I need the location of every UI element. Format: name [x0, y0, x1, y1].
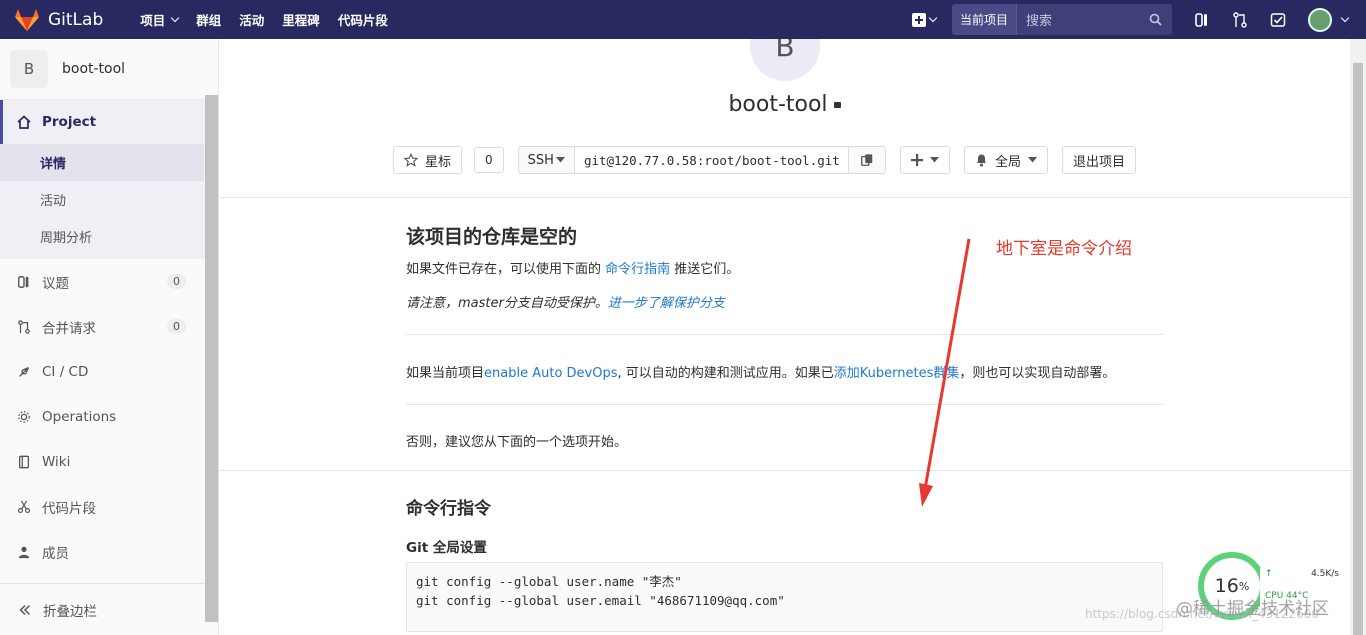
chevron-down-icon [928, 13, 938, 22]
nav-activity[interactable]: 活动 [230, 10, 273, 29]
home-icon [16, 114, 32, 130]
sidebar-sub-details[interactable]: 详情 [0, 144, 204, 181]
search-input[interactable]: 搜索 [1017, 10, 1172, 29]
project-avatar: B [10, 50, 48, 88]
merge-requests-count-badge: 0 [167, 319, 186, 334]
sidebar-item-ci-cd[interactable]: CI / CD [0, 349, 204, 394]
watermark-text: @稀土掘金技术社区 [1176, 599, 1329, 619]
page-scrollbar[interactable] [1350, 39, 1366, 635]
issues-icon[interactable] [1194, 12, 1210, 28]
brand-name: GitLab [48, 9, 104, 30]
nav-milestones[interactable]: 里程碑 [273, 10, 329, 29]
scrollbar-thumb[interactable] [1353, 63, 1363, 635]
main-content: B boot-tool 星标 0 SSH git@120.77.0.58:roo… [219, 39, 1350, 635]
sidebar-item-snippets[interactable]: 代码片段 [0, 484, 204, 529]
main-nav: 项目 群组 活动 里程碑 代码片段 [131, 10, 397, 29]
sidebar-item-operations[interactable]: Operations [0, 394, 204, 439]
book-icon [16, 454, 32, 470]
sidebar-scrollbar[interactable] [205, 95, 218, 622]
sidebar-project-header[interactable]: B boot-tool [0, 39, 218, 100]
collapse-sidebar-button[interactable]: 折叠边栏 [0, 583, 205, 635]
user-menu[interactable] [1308, 7, 1350, 32]
issues-icon [16, 274, 32, 290]
chevron-down-icon [1340, 13, 1350, 22]
sidebar-item-project[interactable]: Project [0, 100, 204, 144]
project-sidebar: B boot-tool Project 详情 活动 周期分析 议题 0 合并请求… [0, 39, 219, 635]
sidebar-item-wiki[interactable]: Wiki [0, 439, 204, 484]
nav-projects[interactable]: 项目 [131, 10, 187, 29]
sidebar-project-name: boot-tool [62, 61, 126, 77]
avatar [1308, 7, 1332, 32]
chevron-down-icon [171, 13, 180, 22]
merge-request-icon [16, 319, 32, 335]
sidebar-item-members[interactable]: 成员 [0, 529, 204, 574]
gitlab-home-link[interactable]: GitLab [14, 8, 103, 32]
nav-snippets[interactable]: 代码片段 [329, 10, 397, 29]
annotation-arrow [919, 238, 971, 507]
rocket-icon [16, 364, 32, 380]
scissors-icon [16, 499, 32, 515]
sidebar-sub-cycle-analytics[interactable]: 周期分析 [0, 218, 204, 255]
issues-count-badge: 0 [167, 274, 186, 289]
gitlab-logo-icon [15, 8, 39, 31]
search-box: 当前项目 搜索 [951, 4, 1172, 35]
todos-icon[interactable] [1270, 12, 1286, 28]
upload-arrow-icon: ↑ [1265, 569, 1273, 579]
search-scope-label[interactable]: 当前项目 [951, 4, 1017, 35]
sidebar-item-merge-requests[interactable]: 合并请求 0 [0, 304, 204, 349]
nav-groups[interactable]: 群组 [187, 10, 230, 29]
sidebar-item-issues[interactable]: 议题 0 [0, 259, 204, 304]
sidebar-sub-activity[interactable]: 活动 [0, 181, 204, 218]
cloud-gear-icon [16, 409, 32, 425]
user-icon [16, 544, 32, 560]
search-icon [1149, 13, 1162, 26]
double-chevron-left-icon [17, 602, 33, 618]
new-dropdown-button[interactable] [911, 12, 938, 27]
plus-square-icon [911, 12, 926, 27]
top-navbar: GitLab 项目 群组 活动 里程碑 代码片段 当前项目 搜索 [0, 0, 1366, 39]
merge-request-icon[interactable] [1232, 11, 1248, 28]
